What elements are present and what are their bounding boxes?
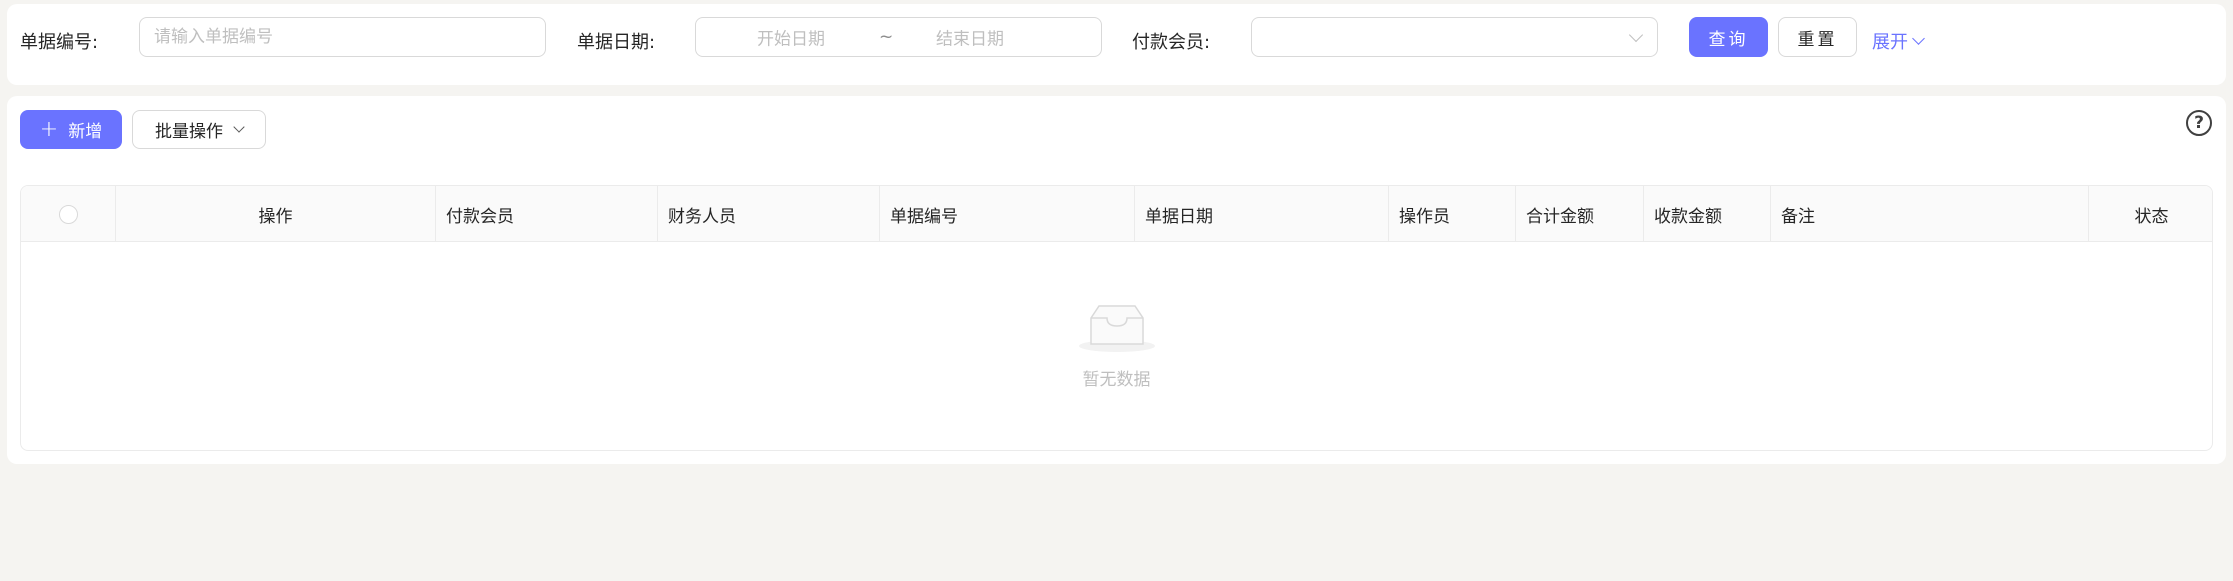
column-header: 财务人员 bbox=[657, 186, 879, 242]
chevron-down-icon bbox=[233, 120, 245, 133]
payer-select[interactable] bbox=[1251, 17, 1658, 57]
batch-operation-label: 批量操作 bbox=[155, 122, 223, 142]
empty-state: 暂无数据 bbox=[21, 242, 2212, 450]
expand-link[interactable]: 展开 bbox=[1872, 28, 1925, 54]
column-header: 单据日期 bbox=[1134, 186, 1388, 242]
range-separator: ~ bbox=[879, 27, 894, 47]
query-button[interactable]: 查询 bbox=[1689, 17, 1768, 57]
select-all-checkbox[interactable] bbox=[58, 204, 78, 224]
column-header: 合计金额 bbox=[1515, 186, 1643, 242]
add-button[interactable]: + 新增 bbox=[20, 110, 122, 149]
bill-no-field[interactable] bbox=[139, 17, 546, 57]
search-panel: 单据编号: 单据日期: 开始日期 ~ 结束日期 付款会员: 查询 重置 展开 bbox=[7, 4, 2226, 85]
column-header: 收款金额 bbox=[1643, 186, 1770, 242]
chevron-down-icon bbox=[1628, 27, 1644, 43]
column-header: 付款会员 bbox=[435, 186, 657, 242]
add-button-label: 新增 bbox=[68, 122, 103, 142]
end-date-placeholder[interactable]: 结束日期 bbox=[936, 25, 1004, 50]
batch-operation-dropdown[interactable]: 批量操作 bbox=[132, 110, 266, 149]
bill-date-label: 单据日期: bbox=[577, 32, 656, 53]
expand-label: 展开 bbox=[1872, 32, 1908, 53]
data-table: 操作 付款会员 财务人员 单据编号 单据日期 操作员 合计金额 收款金额 备注 … bbox=[20, 185, 2213, 451]
select-all-cell bbox=[21, 186, 115, 242]
bill-no-label: 单据编号: bbox=[20, 32, 99, 53]
reset-button[interactable]: 重置 bbox=[1778, 17, 1857, 57]
start-date-placeholder[interactable]: 开始日期 bbox=[757, 25, 825, 50]
table-header: 操作 付款会员 财务人员 单据编号 单据日期 操作员 合计金额 收款金额 备注 … bbox=[21, 186, 2212, 242]
empty-inbox-icon bbox=[1078, 305, 1155, 352]
list-panel: + 新增 批量操作 ? 操作 付款会员 财务人员 单据编号 单据日期 操作员 合… bbox=[7, 96, 2226, 464]
bill-date-range-picker[interactable]: 开始日期 ~ 结束日期 bbox=[695, 17, 1102, 57]
empty-text: 暂无数据 bbox=[1082, 370, 1151, 390]
column-header: 状态 bbox=[2088, 186, 2212, 242]
payer-label: 付款会员: bbox=[1132, 32, 1211, 53]
bill-no-input[interactable] bbox=[140, 18, 545, 56]
column-header: 操作员 bbox=[1388, 186, 1515, 242]
column-header: 备注 bbox=[1770, 186, 2088, 242]
column-header: 单据编号 bbox=[879, 186, 1134, 242]
chevron-down-icon bbox=[1912, 31, 1925, 45]
help-icon[interactable]: ? bbox=[2186, 110, 2212, 136]
plus-icon: + bbox=[39, 116, 59, 142]
column-header: 操作 bbox=[115, 186, 435, 242]
